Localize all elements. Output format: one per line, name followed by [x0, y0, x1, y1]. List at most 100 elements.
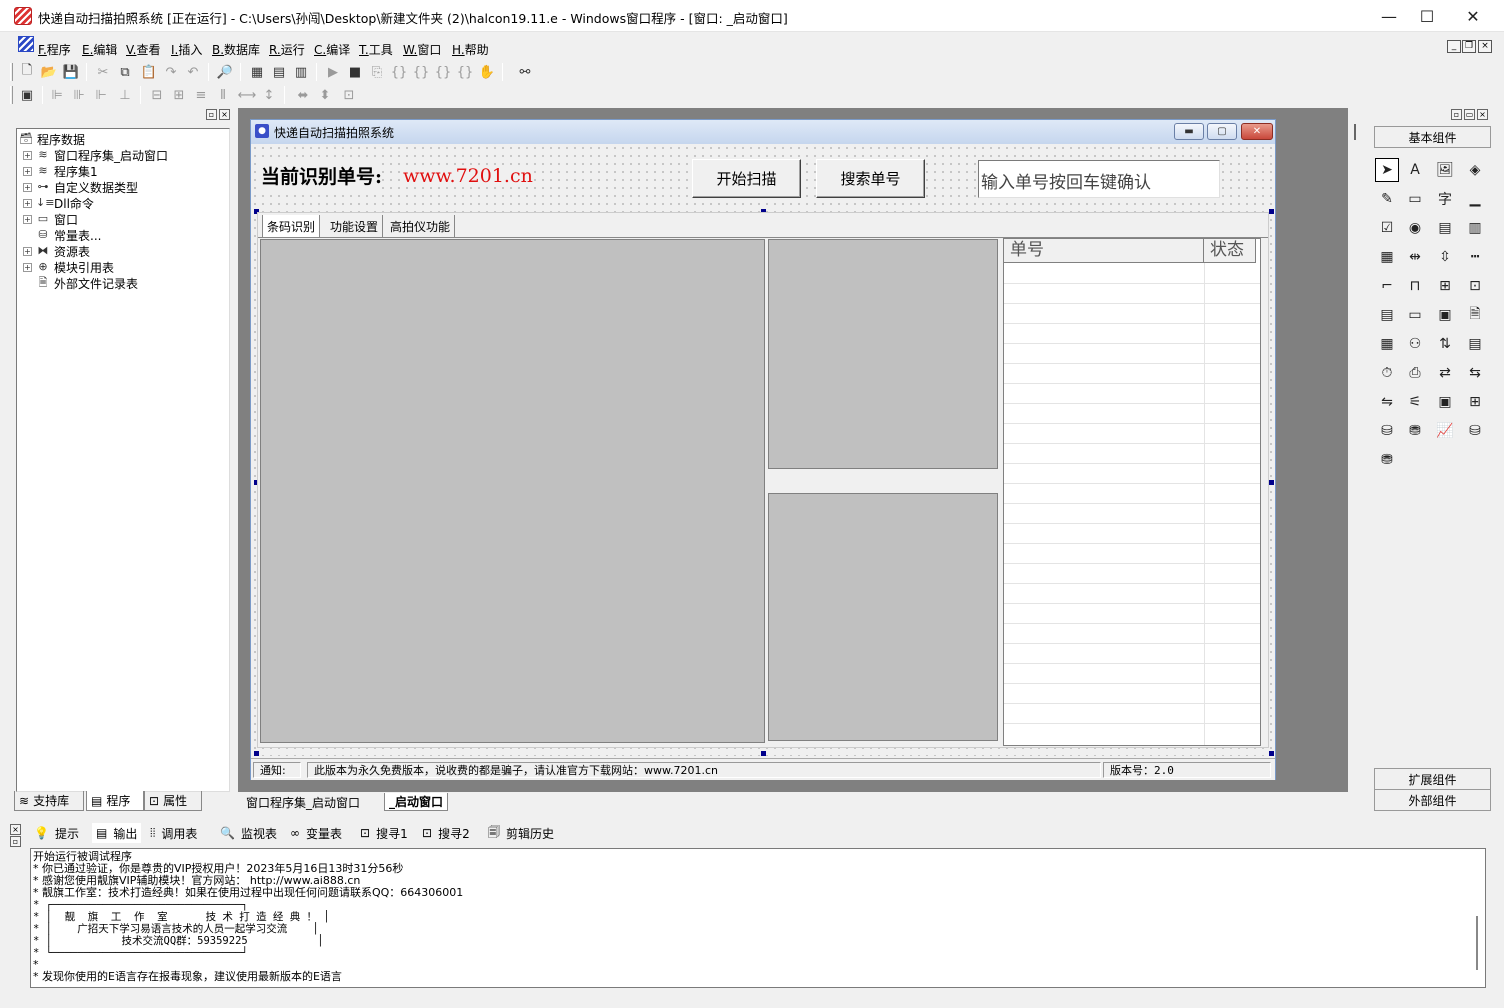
- tab-scanner-camera[interactable]: 高拍仪功能: [386, 215, 456, 237]
- tree-item[interactable]: + ≋ 程序集1: [23, 163, 98, 179]
- tree-item[interactable]: ⛁ 常量表...: [36, 227, 101, 243]
- palette-restore-button[interactable]: ▭: [1464, 109, 1475, 120]
- pointer-icon[interactable]: ➤: [1375, 158, 1399, 182]
- checkbox-icon[interactable]: ☑: [1375, 216, 1399, 240]
- tab-properties[interactable]: ⊡ 属性: [144, 791, 202, 811]
- step-1-icon[interactable]: ⎘: [366, 61, 388, 83]
- layout-1-icon[interactable]: ▦: [246, 61, 268, 83]
- same-width-icon[interactable]: ⬌: [292, 84, 314, 106]
- space-h-icon[interactable]: ⟷: [236, 84, 258, 106]
- network-icon[interactable]: ⚇: [1403, 332, 1427, 356]
- tab-call-table[interactable]: ⦙⦙ 调用表: [150, 823, 197, 843]
- calendar-icon[interactable]: ▤: [1375, 303, 1399, 327]
- tab-program[interactable]: ▤ 程序: [86, 791, 144, 811]
- menu-insert[interactable]: I.插入: [171, 41, 202, 58]
- step-5-icon[interactable]: {}: [454, 61, 476, 83]
- serial-icon[interactable]: ⚟: [1403, 390, 1427, 414]
- menu-tools[interactable]: T.工具: [359, 41, 393, 58]
- same-size-icon[interactable]: ⊡: [338, 84, 360, 106]
- redo-icon[interactable]: ↷: [160, 61, 182, 83]
- preview-image-box-top[interactable]: [768, 239, 998, 469]
- selection-handle[interactable]: [1269, 209, 1274, 214]
- data-source-icon[interactable]: ⛁: [1375, 419, 1399, 443]
- panel-icon[interactable]: ▣: [1433, 390, 1457, 414]
- line-icon[interactable]: ▁: [1463, 187, 1487, 211]
- start-scan-button[interactable]: 开始扫描: [692, 159, 801, 198]
- table-icon[interactable]: ▤: [1463, 332, 1487, 356]
- align-center-icon[interactable]: ⊪: [68, 84, 90, 106]
- combobox-icon[interactable]: ▤: [1433, 216, 1457, 240]
- mdi-restore-button[interactable]: ❐: [1462, 40, 1476, 53]
- socket-server-icon[interactable]: ⇄: [1433, 361, 1457, 385]
- tab-support-library[interactable]: ≋ 支持库: [14, 791, 84, 811]
- ruler-icon[interactable]: ┅: [1463, 245, 1487, 269]
- tree-item[interactable]: + ↓≡ Dll命令: [23, 195, 94, 211]
- text-icon[interactable]: 字: [1433, 187, 1457, 211]
- palette-pin-button[interactable]: ▫: [1451, 109, 1462, 120]
- menu-window[interactable]: W.窗口: [403, 41, 441, 58]
- column-header-status[interactable]: 状态: [1204, 239, 1256, 263]
- maximize-button[interactable]: ☐: [1404, 0, 1450, 32]
- menu-compile[interactable]: C.编译: [314, 41, 350, 58]
- odbc-icon[interactable]: ⛁: [1463, 419, 1487, 443]
- timer-icon[interactable]: ⏱: [1375, 361, 1399, 385]
- tree-item[interactable]: + ≋ 窗口程序集_启动窗口: [23, 147, 168, 163]
- number-list[interactable]: 单号 状态: [1003, 238, 1261, 746]
- tree-item[interactable]: + ⊶ 自定义数据类型: [23, 179, 138, 195]
- selection-handle[interactable]: [1269, 480, 1274, 485]
- vscroll-icon[interactable]: ⇳: [1433, 245, 1457, 269]
- selection-handle[interactable]: [254, 751, 259, 756]
- palette-close-button[interactable]: ×: [1477, 109, 1488, 120]
- output-vscrollbar[interactable]: [1470, 852, 1484, 972]
- run-icon[interactable]: ▶: [322, 61, 344, 83]
- label-icon[interactable]: A: [1403, 158, 1427, 182]
- tab-search1[interactable]: ⊡ 搜寻1: [360, 823, 408, 843]
- tab-hint[interactable]: 💡 提示: [34, 823, 79, 843]
- open-folder-icon[interactable]: 📂: [38, 61, 60, 83]
- frame-icon[interactable]: ⌐: [1375, 274, 1399, 298]
- menu-database[interactable]: B.数据库: [212, 41, 260, 58]
- selection-handle[interactable]: [761, 751, 766, 756]
- output-box[interactable]: 开始运行被调试程序 * 你已通过验证，你是尊贵的VIP授权用户！2023年5月1…: [30, 848, 1486, 988]
- step-2-icon[interactable]: {}: [388, 61, 410, 83]
- camera-icon[interactable]: ⊡: [1463, 274, 1487, 298]
- layout-2-icon[interactable]: ▤: [268, 61, 290, 83]
- distribute-v-icon[interactable]: ⦀: [212, 84, 234, 106]
- number-input[interactable]: 输入单号按回车键确认: [978, 160, 1220, 198]
- external-components-header[interactable]: 外部组件: [1374, 789, 1491, 811]
- align-top-icon[interactable]: ⊥: [114, 84, 136, 106]
- save-icon[interactable]: 💾: [60, 61, 82, 83]
- dir-icon[interactable]: ▣: [1433, 303, 1457, 327]
- chart-icon[interactable]: 📈: [1433, 419, 1457, 443]
- same-height-icon[interactable]: ⬍: [314, 84, 336, 106]
- tab-clip-history[interactable]: 🗐 剪辑历史: [488, 823, 554, 843]
- menu-help[interactable]: H.帮助: [452, 41, 489, 58]
- editbox-icon[interactable]: ✎: [1375, 187, 1399, 211]
- tree-item[interactable]: 🗎 外部文件记录表: [36, 275, 138, 291]
- distribute-h-icon[interactable]: ≡: [190, 84, 212, 106]
- close-button[interactable]: ✕: [1450, 0, 1496, 32]
- hscroll-icon[interactable]: ⇹: [1403, 245, 1427, 269]
- tree-view-icon[interactable]: ⊞: [1463, 390, 1487, 414]
- panel-pin-button[interactable]: ▫: [206, 109, 217, 120]
- tab-function-settings[interactable]: 功能设置: [326, 215, 384, 237]
- panel-close-button[interactable]: ×: [219, 109, 230, 120]
- center-v-icon[interactable]: ⊞: [168, 84, 190, 106]
- column-header-number[interactable]: 单号: [1004, 239, 1204, 263]
- align-left-icon[interactable]: ⊫: [46, 84, 68, 106]
- radio-icon[interactable]: ◉: [1403, 216, 1427, 240]
- datetime-icon[interactable]: ▦: [1375, 332, 1399, 356]
- selection-handle[interactable]: [1269, 751, 1274, 756]
- copy-icon[interactable]: ⧉: [114, 61, 136, 83]
- paste-icon[interactable]: 📋: [138, 61, 160, 83]
- listbox-icon[interactable]: ▥: [1463, 216, 1487, 240]
- tab-watch-table[interactable]: 🔍 监视表: [220, 823, 277, 843]
- slider-icon[interactable]: ⊞: [1433, 274, 1457, 298]
- printer-icon[interactable]: ⎙: [1403, 361, 1427, 385]
- tree-item[interactable]: + ⊕ 模块引用表: [23, 259, 114, 275]
- port-icon[interactable]: ⇋: [1375, 390, 1399, 414]
- undo-icon[interactable]: ↶: [182, 61, 204, 83]
- odbc-provider-icon[interactable]: ⛃: [1375, 448, 1399, 472]
- layout-3-icon[interactable]: ▥: [290, 61, 312, 83]
- document-icon[interactable]: 🗎: [1463, 303, 1487, 327]
